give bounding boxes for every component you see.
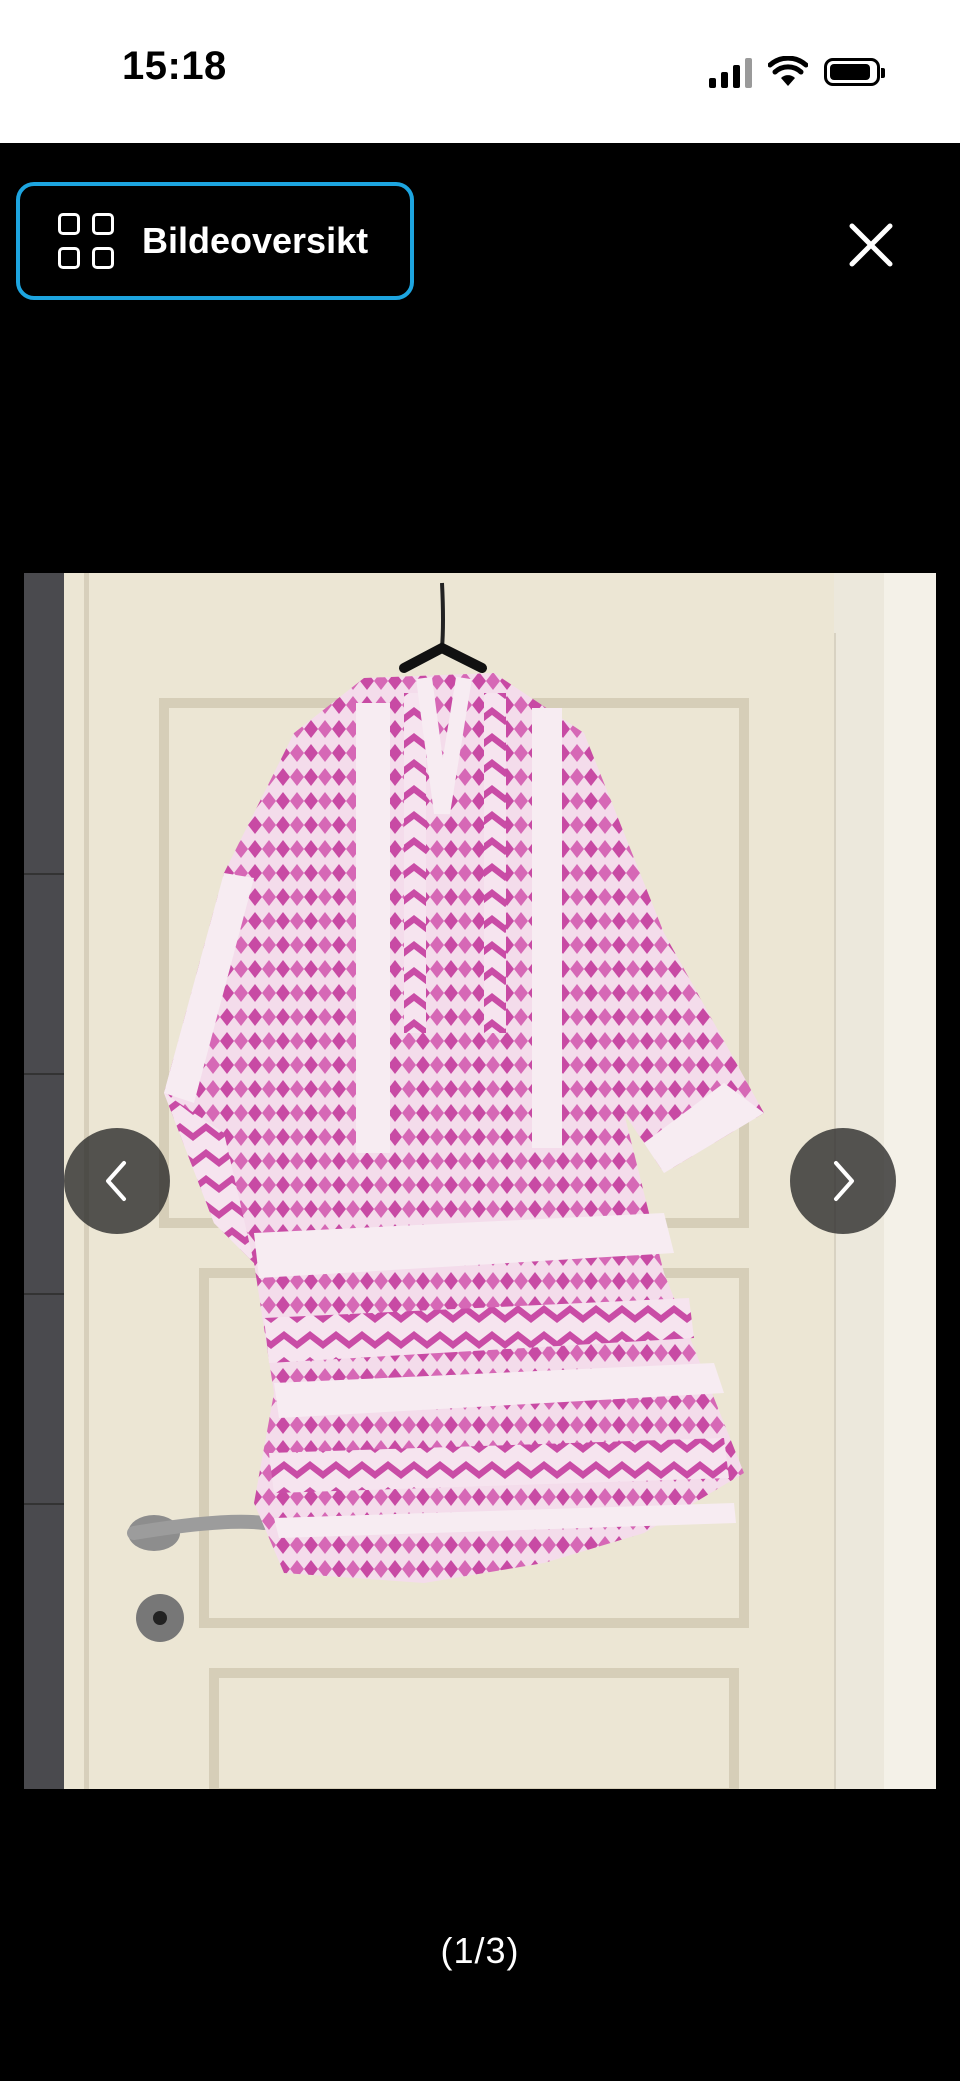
- close-icon: [849, 223, 893, 267]
- wifi-icon: [768, 56, 808, 86]
- status-icons: [709, 52, 885, 92]
- chevron-right-icon: [834, 1161, 854, 1201]
- status-time: 15:18: [122, 44, 227, 88]
- image-overview-button[interactable]: Bildeoversikt: [16, 182, 414, 300]
- next-image-button[interactable]: [790, 1128, 896, 1234]
- status-bar: 15:18: [0, 0, 960, 143]
- battery-icon: [824, 58, 885, 86]
- image-overview-label: Bildeoversikt: [142, 220, 369, 261]
- chevron-left-icon: [106, 1161, 126, 1201]
- previous-image-button[interactable]: [64, 1128, 170, 1234]
- grid-icon: [58, 213, 114, 269]
- image-counter: (1/3): [440, 1930, 520, 1971]
- close-button[interactable]: [846, 220, 896, 270]
- cellular-signal-icon: [709, 56, 752, 88]
